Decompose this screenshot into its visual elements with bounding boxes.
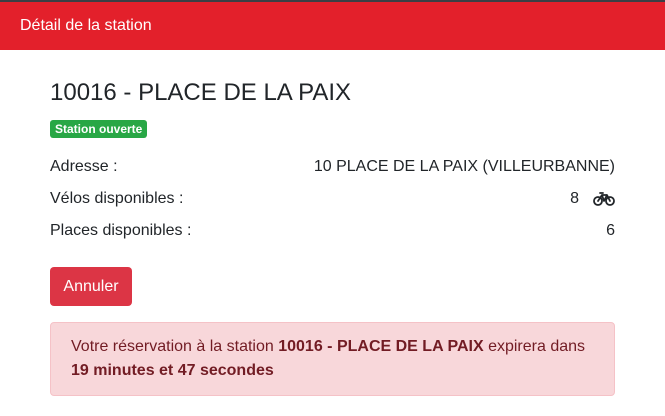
alert-station: 10016 - PLACE DE LA PAIX <box>278 338 484 355</box>
header-title: Détail de la station <box>20 17 152 34</box>
alert-countdown: 19 minutes et 47 secondes <box>71 362 274 379</box>
bikes-label: Vélos disponibles : <box>50 190 184 207</box>
app-header: Détail de la station <box>0 2 665 50</box>
places-row: Places disponibles : 6 <box>50 222 615 246</box>
address-value: 10 PLACE DE LA PAIX (VILLEURBANNE) <box>313 158 615 175</box>
bicycle-icon <box>593 192 615 206</box>
bikes-value-group: 8 <box>570 190 615 208</box>
alert-middle: expirera dans <box>483 338 586 355</box>
cancel-reservation-button[interactable]: Annuler <box>50 267 132 306</box>
alert-prefix: Votre réservation à la station <box>71 338 279 355</box>
bikes-value: 8 <box>570 190 579 207</box>
status-badge: Station ouverte <box>50 120 148 138</box>
address-row: Adresse : 10 PLACE DE LA PAIX (VILLEURBA… <box>50 158 615 182</box>
station-title: 10016 - PLACE DE LA PAIX <box>50 79 352 106</box>
bikes-row: Vélos disponibles : 8 <box>50 190 615 214</box>
reservation-alert: Votre réservation à la station 10016 - P… <box>50 322 615 396</box>
address-label: Adresse : <box>50 158 118 175</box>
places-value: 6 <box>606 222 615 239</box>
places-label: Places disponibles : <box>50 222 192 239</box>
